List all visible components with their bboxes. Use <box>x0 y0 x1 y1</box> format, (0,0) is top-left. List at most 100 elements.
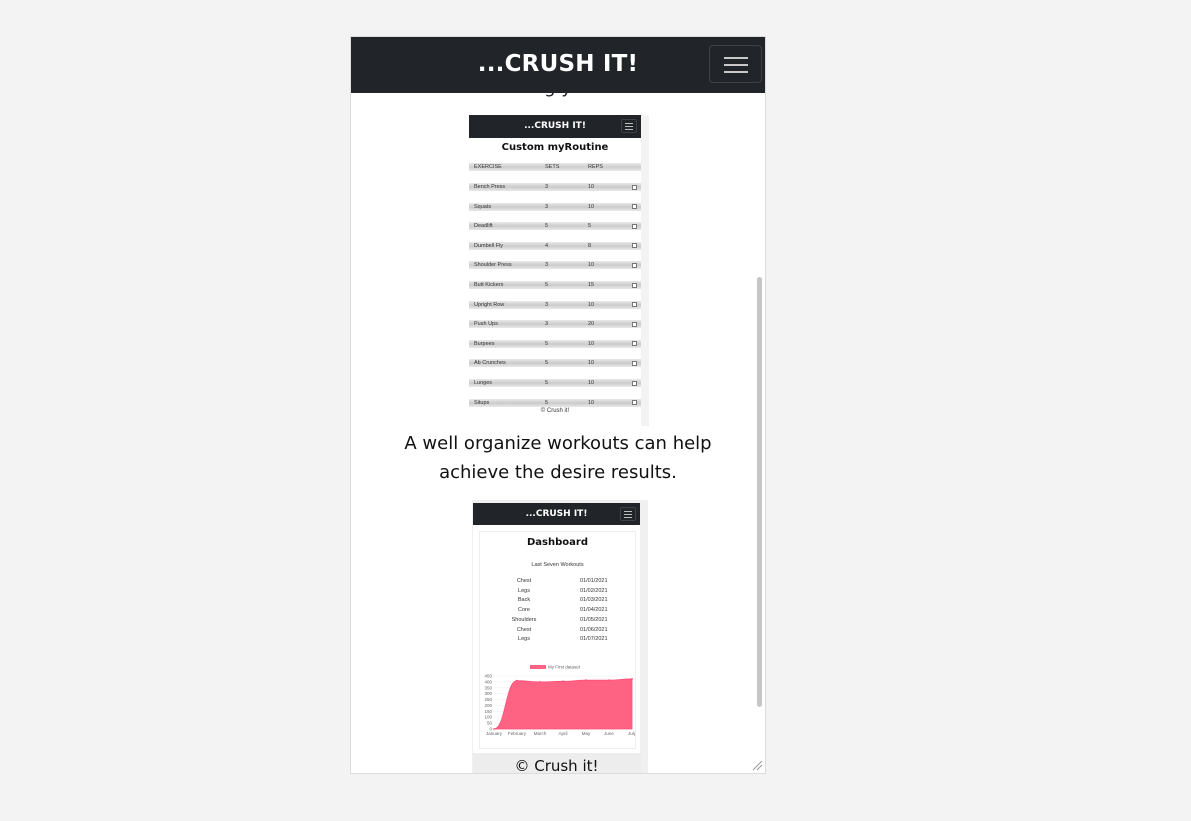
x-tick-label: June <box>604 731 614 736</box>
workout-name: Shoulders <box>511 616 537 623</box>
cell-reps: 10 <box>588 262 595 269</box>
cell-exercise: Ab Crunches <box>474 360 506 367</box>
y-tick-label: 450 <box>484 674 492 679</box>
workout-date: 01/02/2021 <box>580 587 608 594</box>
cell-reps: 10 <box>588 184 595 190</box>
row-checkbox[interactable] <box>632 223 637 229</box>
data-point <box>493 728 495 730</box>
dashboard-title: Dashboard <box>527 537 588 548</box>
dashboard-card: Dashboard Last Seven Workouts Chest 01/01… <box>479 531 636 749</box>
table-row: Lunges 5 10 <box>469 379 641 387</box>
series-area <box>493 678 633 730</box>
hamburger-icon <box>724 57 748 59</box>
y-tick-label: 100 <box>484 715 492 720</box>
cell-sets: 3 <box>545 262 549 269</box>
legend-swatch <box>530 665 546 669</box>
y-tick-label: 350 <box>484 685 492 690</box>
cell-exercise: Butt Kickers <box>474 282 504 288</box>
row-checkbox[interactable] <box>632 184 637 190</box>
table-row: Butt Kickers 5 15 <box>469 281 641 289</box>
dashboard-shot-navbar: ...CRUSH IT! <box>473 503 640 525</box>
cell-exercise: Dumbell Fly <box>474 242 504 249</box>
workout-name: Core <box>518 607 530 614</box>
workout-date: 01/07/2021 <box>580 636 608 643</box>
table-row: Push Ups 3 20 <box>469 320 641 329</box>
table-row: Squats 3 10 <box>469 202 641 211</box>
y-tick-label: 50 <box>487 721 493 726</box>
y-tick-label: 250 <box>484 697 492 702</box>
data-point <box>585 679 587 682</box>
table-row: Shoulder Press 3 10 <box>469 261 641 270</box>
table-row: Dumbell Fly 4 8 <box>469 241 641 250</box>
y-tick-label: 400 <box>484 679 492 684</box>
row-checkbox[interactable] <box>632 302 637 308</box>
workout-name: Legs <box>518 587 530 594</box>
cell-reps: 20 <box>588 321 595 328</box>
navbar: ...CRUSH IT! <box>351 37 765 93</box>
table-row: Bench Press 3 10 <box>469 183 641 191</box>
row-checkbox[interactable] <box>632 204 637 210</box>
data-point <box>562 680 564 683</box>
cell-sets: 5 <box>545 223 549 230</box>
row-checkbox[interactable] <box>632 400 637 406</box>
cell-exercise: Situps <box>474 399 490 406</box>
cell-sets: 5 <box>545 282 549 288</box>
x-tick-label: July <box>628 731 635 736</box>
cell-exercise: Push Ups <box>474 321 498 328</box>
y-tick-label: 300 <box>484 691 492 696</box>
cell-sets: 5 <box>545 380 549 386</box>
footer-text: © Crush it! <box>514 757 599 773</box>
description-paragraph: A well organize workouts can help achiev… <box>404 433 712 483</box>
resize-grip-icon[interactable] <box>751 759 763 771</box>
column-header: EXERCISE <box>474 164 502 170</box>
cell-sets: 3 <box>545 203 549 210</box>
routine-shot-brand: ...CRUSH IT! <box>524 121 586 131</box>
row-checkbox[interactable] <box>632 341 637 347</box>
cell-sets: 5 <box>545 340 549 347</box>
cell-reps: 10 <box>588 301 595 308</box>
cell-exercise: Upright Row <box>474 301 505 308</box>
legend-label: My First dataset <box>548 665 581 670</box>
table-row: Deadlift 5 5 <box>469 222 641 231</box>
row-checkbox[interactable] <box>632 321 637 327</box>
workout-name: Chest <box>516 626 532 633</box>
dashboard-subtitle: Last Seven Workouts <box>531 562 584 568</box>
brand-title[interactable]: ...CRUSH IT! <box>351 51 765 77</box>
data-point <box>608 679 610 682</box>
row-checkbox[interactable] <box>632 282 637 288</box>
row-checkbox[interactable] <box>632 380 637 386</box>
column-header: REPS <box>588 164 603 170</box>
cell-reps: 10 <box>588 203 595 210</box>
x-tick-label: April <box>558 731 567 736</box>
y-tick-label: 150 <box>484 709 492 714</box>
table-row: Burpees 5 10 <box>469 339 641 348</box>
cell-reps: 10 <box>588 380 595 386</box>
routine-shot-navbar: ...CRUSH IT! <box>469 115 641 138</box>
cell-sets: 4 <box>545 242 549 249</box>
cell-exercise: Deadlift <box>474 223 493 230</box>
data-point <box>631 678 633 680</box>
hamburger-icon <box>620 507 636 521</box>
cell-sets: 5 <box>545 360 549 367</box>
workout-date: 01/06/2021 <box>580 626 608 633</box>
menu-toggle-button[interactable] <box>709 45 762 83</box>
x-tick-label: January <box>486 731 503 736</box>
dashboard-shot-brand: ...CRUSH IT! <box>525 509 588 519</box>
column-header: SETS <box>545 164 560 170</box>
cell-reps: 10 <box>588 340 595 347</box>
x-tick-label: February <box>508 731 527 736</box>
scrollbar-thumb[interactable] <box>757 277 762 707</box>
row-checkbox[interactable] <box>632 243 637 249</box>
x-tick-label: May <box>582 731 591 736</box>
cell-reps: 8 <box>588 242 592 249</box>
cell-sets: 3 <box>545 184 549 190</box>
workout-date: 01/01/2021 <box>580 578 608 584</box>
workout-date: 01/04/2021 <box>580 607 608 614</box>
workout-name: Chest <box>516 578 532 584</box>
workout-date: 01/05/2021 <box>580 616 608 623</box>
cell-exercise: Bench Press <box>474 184 506 190</box>
workout-name: Back <box>517 597 531 604</box>
row-checkbox[interactable] <box>632 262 637 268</box>
cell-exercise: Shoulder Press <box>474 262 512 269</box>
row-checkbox[interactable] <box>632 360 637 366</box>
